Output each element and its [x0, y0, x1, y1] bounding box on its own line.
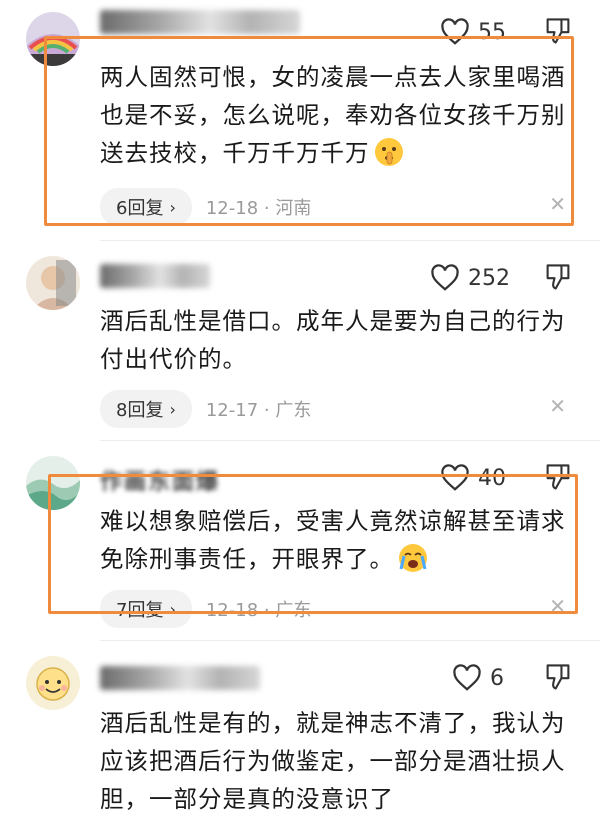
- like-button[interactable]: 252: [430, 264, 510, 292]
- like-count: 6: [490, 665, 504, 691]
- crying-emoji: [399, 544, 427, 572]
- avatar-image: [26, 12, 80, 66]
- comment-meta: 8回复 › 12-17 · 广东: [100, 390, 311, 428]
- chevron-right-icon: ›: [169, 197, 176, 217]
- like-count: 40: [478, 465, 506, 491]
- close-icon[interactable]: ✕: [549, 394, 566, 418]
- close-icon[interactable]: ✕: [549, 192, 566, 216]
- dislike-icon[interactable]: [544, 462, 572, 492]
- heart-icon: [453, 664, 481, 691]
- close-icon[interactable]: ✕: [549, 594, 566, 618]
- replies-button[interactable]: 8回复 ›: [100, 390, 192, 428]
- like-count: 55: [478, 19, 506, 45]
- comment-text: 两人固然可恨，女的凌晨一点去人家里喝酒也是不妥，怎么说呢，奉劝各位女孩千万别送去…: [100, 63, 566, 167]
- avatar[interactable]: [26, 656, 80, 710]
- comment-meta: 7回复 › 12-18 · 广东: [100, 590, 311, 628]
- chevron-right-icon: ›: [169, 599, 176, 619]
- comment-text: 难以想象赔偿后，受害人竟然谅解甚至请求免除刑事责任，开眼界了。: [100, 507, 566, 573]
- comment-date-location: 12-18 · 河南: [205, 198, 312, 219]
- avatar[interactable]: [26, 12, 80, 66]
- heart-icon: [441, 18, 469, 45]
- replies-button[interactable]: 7回复 ›: [100, 590, 192, 628]
- divider: [100, 640, 600, 641]
- dislike-icon[interactable]: [544, 262, 572, 292]
- replies-button[interactable]: 6回复 ›: [100, 188, 192, 226]
- like-count: 252: [468, 265, 510, 291]
- shush-emoji: [374, 138, 403, 166]
- username-blurred[interactable]: [100, 264, 210, 288]
- like-button[interactable]: 40: [440, 464, 506, 492]
- chevron-right-icon: ›: [169, 399, 176, 419]
- dislike-icon[interactable]: [544, 662, 572, 692]
- username-blurred[interactable]: [100, 666, 260, 690]
- comment-date-location: 12-17 · 广东: [205, 400, 312, 421]
- avatar[interactable]: [26, 256, 80, 310]
- like-button[interactable]: 55: [440, 18, 506, 46]
- heart-icon: [431, 264, 459, 291]
- comment-date-location: 12-18 · 广东: [205, 600, 312, 621]
- username[interactable]: 作画东面爆: [100, 464, 220, 496]
- avatar-image: [26, 256, 80, 310]
- heart-icon: [441, 464, 469, 491]
- avatar[interactable]: [26, 456, 80, 510]
- divider: [100, 240, 600, 241]
- comment-text: 酒后乱性是有的，就是神志不清了，我认为应该把酒后行为做鉴定，一部分是酒壮损人胆，…: [100, 709, 566, 813]
- comment-text: 酒后乱性是借口。成年人是要为自己的行为付出代价的。: [100, 307, 566, 373]
- avatar-image: [26, 656, 80, 710]
- dislike-icon[interactable]: [544, 16, 572, 46]
- avatar-image: [26, 456, 80, 510]
- username-blurred[interactable]: [100, 10, 300, 34]
- comment-meta: 6回复 › 12-18 · 河南: [100, 188, 311, 226]
- like-button[interactable]: 6: [452, 664, 504, 692]
- divider: [100, 440, 600, 441]
